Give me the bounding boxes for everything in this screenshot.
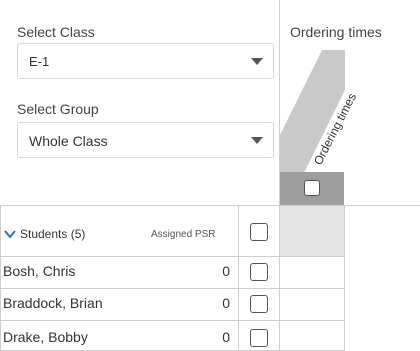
column-master-checkbox[interactable] xyxy=(304,180,320,196)
class-dropdown-value: E-1 xyxy=(29,54,50,69)
select-all-students-checkbox[interactable] xyxy=(250,223,268,241)
chevron-down-icon xyxy=(4,229,16,239)
class-dropdown[interactable]: E-1 xyxy=(17,43,274,79)
select-class-label: Select Class xyxy=(17,24,95,40)
group-dropdown[interactable]: Whole Class xyxy=(17,122,274,158)
caret-down-icon xyxy=(251,137,263,144)
student-psr: 0 xyxy=(222,329,230,345)
order-grid-panel: Select Class E-1 Select Group Whole Clas… xyxy=(0,0,420,351)
divider xyxy=(0,205,1,351)
student-name: Braddock, Brian xyxy=(3,295,103,311)
select-group-label: Select Group xyxy=(17,101,99,117)
assigned-psr-label: Assigned PSR xyxy=(151,229,216,240)
group-dropdown-value: Whole Class xyxy=(29,133,108,149)
student-row-checkbox[interactable] xyxy=(250,263,268,281)
divider xyxy=(0,205,420,206)
header-row-column-cell xyxy=(280,206,344,256)
students-toggle[interactable]: Students (5) xyxy=(4,227,85,241)
column-header-title: Ordering times xyxy=(290,24,382,40)
chevron-stroke xyxy=(4,229,16,239)
order-cell[interactable] xyxy=(280,321,344,350)
order-cell[interactable] xyxy=(280,257,344,288)
order-cell[interactable] xyxy=(280,289,344,320)
student-psr: 0 xyxy=(222,263,230,279)
student-name: Drake, Bobby xyxy=(3,329,88,345)
divider xyxy=(238,205,239,351)
caret-down-icon xyxy=(251,58,263,65)
divider xyxy=(344,205,345,351)
students-count-label: Students (5) xyxy=(20,227,86,241)
student-row-checkbox[interactable] xyxy=(250,329,268,347)
student-psr: 0 xyxy=(222,295,230,311)
student-name: Bosh, Chris xyxy=(3,263,76,279)
student-row-checkbox[interactable] xyxy=(250,295,268,313)
